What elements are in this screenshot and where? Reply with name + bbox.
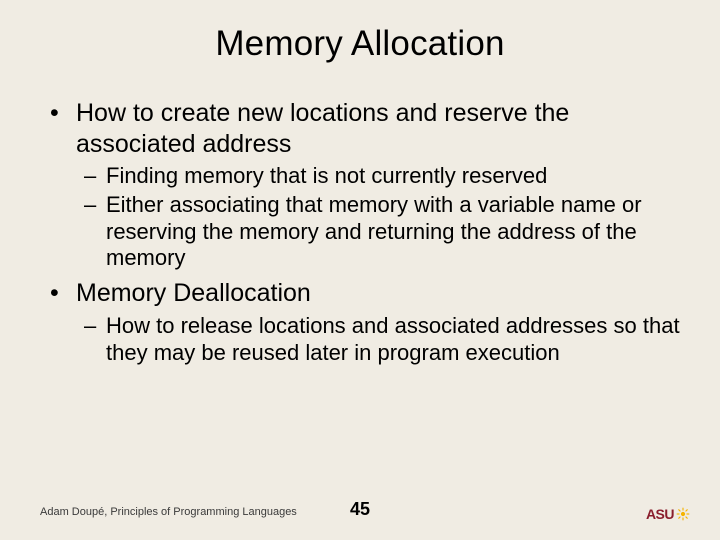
bullet-level2: Either associating that memory with a va… bbox=[40, 192, 680, 272]
asu-logo: ASU bbox=[646, 506, 690, 522]
asu-logo-text: ASU bbox=[646, 506, 674, 522]
bullet-level1: How to create new locations and reserve … bbox=[40, 98, 680, 159]
bullet-level2: How to release locations and associated … bbox=[40, 313, 680, 367]
bullet-level2: Finding memory that is not currently res… bbox=[40, 163, 680, 190]
slide: Memory Allocation How to create new loca… bbox=[0, 0, 720, 540]
slide-body: How to create new locations and reserve … bbox=[0, 74, 720, 366]
page-number: 45 bbox=[0, 499, 720, 520]
slide-title: Memory Allocation bbox=[0, 0, 720, 74]
bullet-level1: Memory Deallocation bbox=[40, 278, 680, 309]
sunburst-icon bbox=[676, 507, 690, 521]
